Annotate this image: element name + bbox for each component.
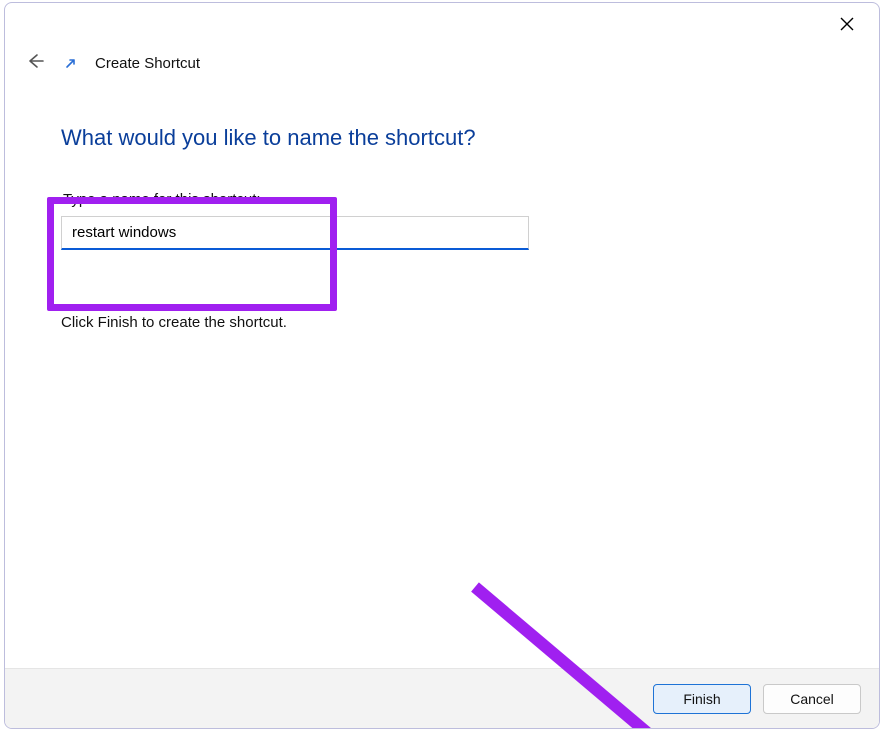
breadcrumb-bar: Create Shortcut	[5, 49, 879, 77]
breadcrumb-title: Create Shortcut	[95, 55, 200, 72]
shortcut-icon	[63, 55, 79, 71]
wizard-footer: Finish Cancel	[5, 668, 879, 728]
cancel-button[interactable]: Cancel	[763, 684, 861, 714]
shortcut-name-input[interactable]	[61, 216, 529, 250]
instruction-text: Click Finish to create the shortcut.	[61, 314, 823, 331]
annotation-highlight-box	[47, 197, 337, 311]
close-icon	[840, 17, 854, 36]
close-button[interactable]	[825, 11, 869, 41]
arrow-left-icon	[26, 52, 44, 75]
finish-button[interactable]: Finish	[653, 684, 751, 714]
titlebar	[5, 3, 879, 49]
wizard-content: What would you like to name the shortcut…	[5, 77, 879, 668]
back-button[interactable]	[23, 51, 47, 75]
wizard-window: Create Shortcut What would you like to n…	[4, 2, 880, 729]
shortcut-name-label: Type a name for this shortcut:	[63, 191, 823, 208]
page-heading: What would you like to name the shortcut…	[61, 125, 823, 151]
